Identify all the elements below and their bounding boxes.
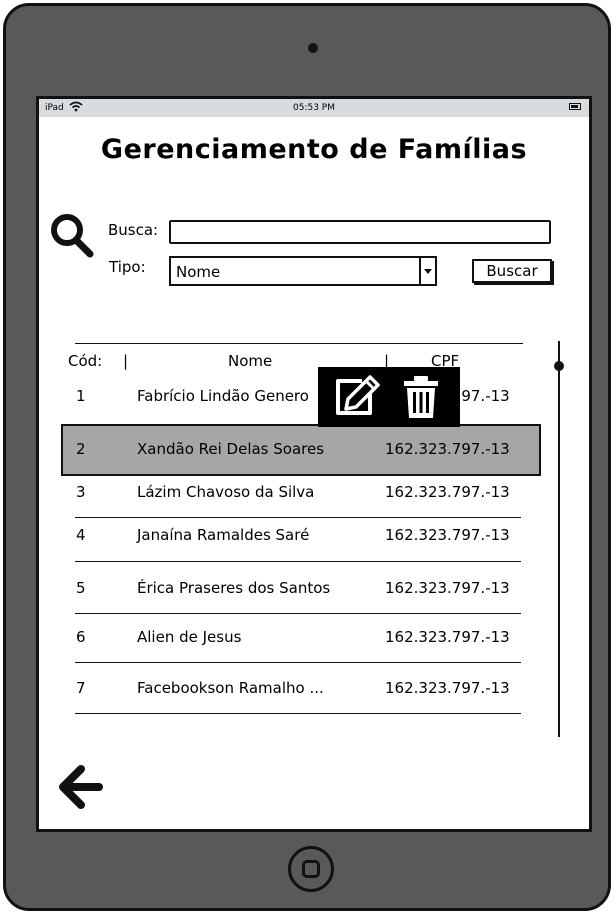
cell-cpf: 162.323.797.-13 (385, 579, 510, 597)
cell-cod: 6 (76, 628, 86, 646)
battery-icon (569, 103, 581, 110)
row-divider (75, 561, 521, 562)
tipo-select-value: Nome (176, 263, 221, 281)
home-icon (302, 860, 320, 878)
header-cod: Cód: (68, 352, 103, 370)
cell-nome: Facebookson Ramalho ... (137, 679, 324, 697)
header-nome: Nome (228, 352, 273, 370)
busca-label: Busca: (108, 221, 159, 239)
header-separator: | (123, 352, 129, 370)
cell-cpf: 162.323.797.-13 (385, 679, 510, 697)
tablet-frame: iPad 05:53 PM Gerenciamento de Famílias … (3, 3, 611, 911)
cell-cod: 1 (76, 387, 86, 405)
row-divider (75, 613, 521, 614)
cell-nome: Lázim Chavoso da Silva (137, 483, 315, 501)
scrollbar-thumb[interactable] (554, 361, 564, 371)
row-divider (75, 517, 521, 518)
camera (308, 43, 318, 53)
table-row-selected[interactable]: 2 Xandão Rei Delas Soares 162.323.797.-1… (61, 424, 541, 476)
trash-icon[interactable] (402, 375, 440, 423)
cell-cpf: 162.323.797.-13 (385, 628, 510, 646)
home-button[interactable] (288, 846, 334, 892)
cell-nome: Fabrício Lindão Genero (137, 387, 309, 405)
arrow-left-icon[interactable] (59, 765, 103, 813)
page-title: Gerenciamento de Famílias (100, 134, 528, 165)
row-divider (75, 662, 521, 663)
status-bar: iPad 05:53 PM (39, 99, 589, 117)
cell-cod: 7 (76, 679, 86, 697)
row-divider (75, 713, 521, 714)
cell-cpf: 162.323.797.-13 (385, 440, 510, 458)
cell-nome: Xandão Rei Delas Soares (137, 440, 325, 458)
tipo-select[interactable]: Nome (169, 256, 437, 286)
cell-nome: Érica Praseres dos Santos (137, 579, 331, 597)
search-icon[interactable] (49, 213, 95, 263)
cell-cpf: 162.323.797.-13 (385, 483, 510, 501)
table-top-divider (75, 343, 523, 344)
cell-cpf: 162.323.797.-13 (385, 526, 510, 544)
cell-nome: Janaína Ramaldes Saré (137, 526, 310, 544)
clock: 05:53 PM (293, 103, 335, 113)
buscar-button[interactable]: Buscar (472, 259, 552, 283)
row-action-toolbar (318, 367, 460, 427)
chevron-down-icon[interactable] (419, 258, 435, 284)
tipo-label: Tipo: (109, 258, 146, 276)
busca-input[interactable] (169, 220, 551, 244)
cell-cod: 2 (76, 440, 86, 458)
scrollbar-track[interactable] (558, 341, 560, 737)
cell-cod: 4 (76, 526, 86, 544)
edit-icon[interactable] (332, 375, 380, 423)
table-row[interactable]: 4 Janaína Ramaldes Saré 162.323.797.-13 (39, 526, 529, 566)
screen: iPad 05:53 PM Gerenciamento de Famílias … (36, 96, 592, 832)
cell-nome: Alien de Jesus (137, 628, 242, 646)
cell-cod: 3 (76, 483, 86, 501)
cell-cod: 5 (76, 579, 86, 597)
